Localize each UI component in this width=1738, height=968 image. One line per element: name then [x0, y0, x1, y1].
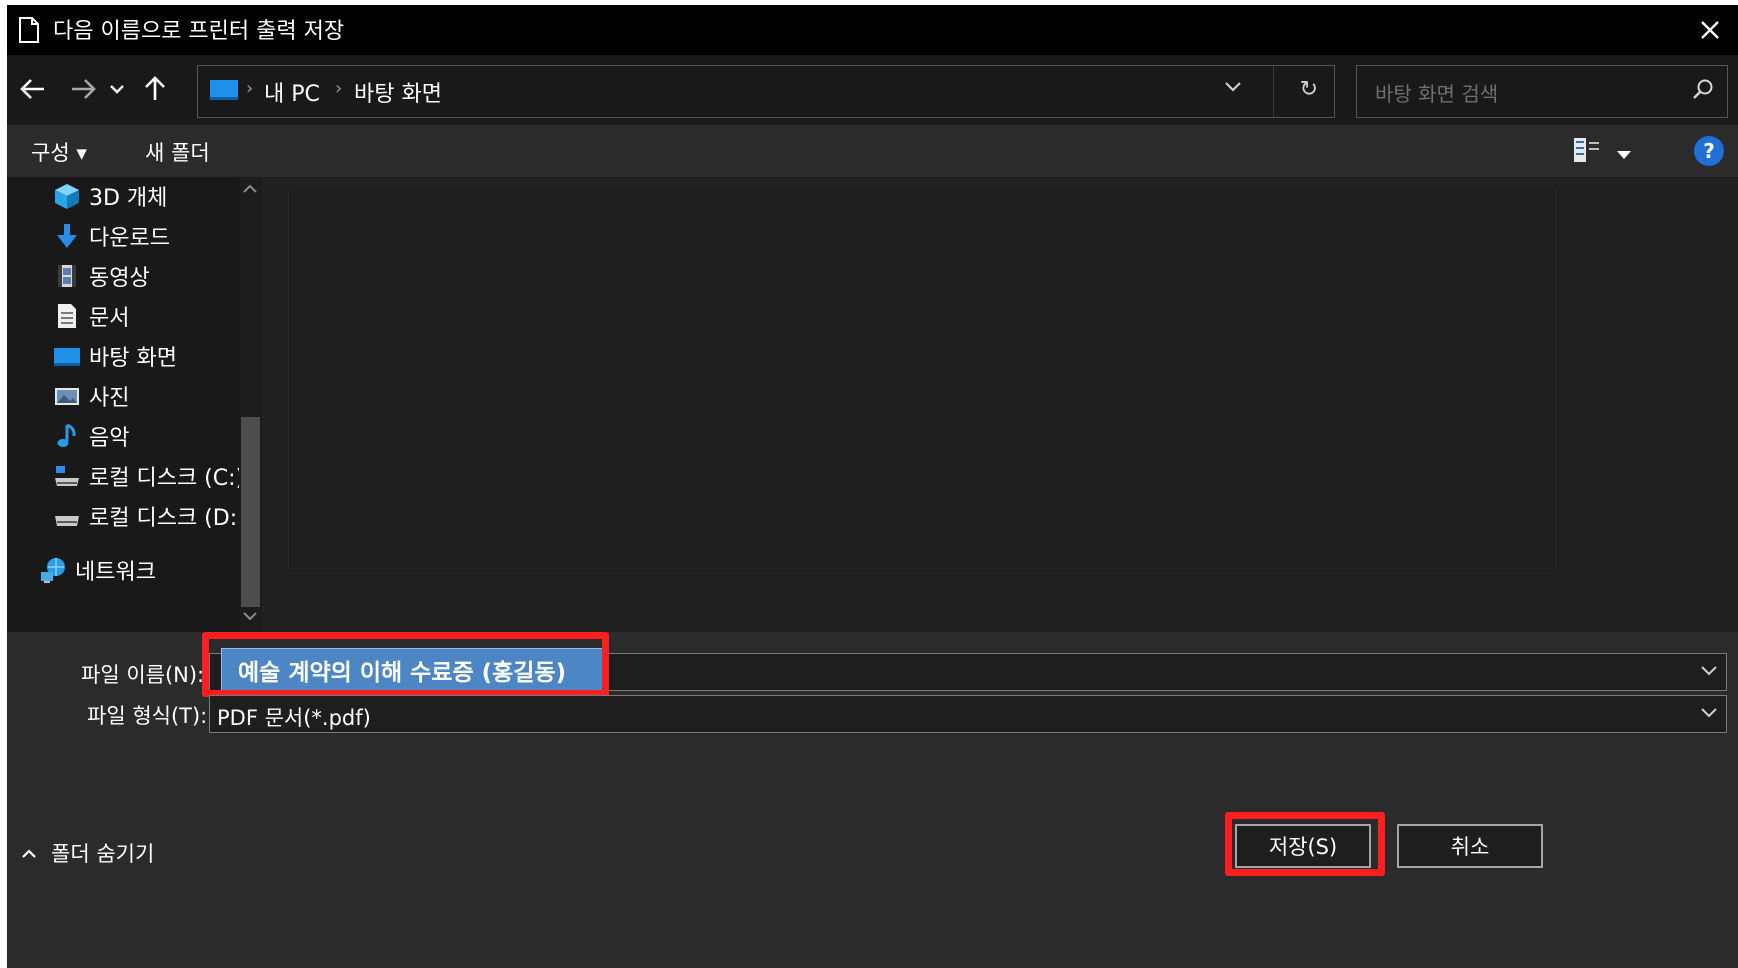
nav-item-label: 3D 개체 [89, 186, 168, 211]
nav-item-3d-objects[interactable]: 3D 개체 [53, 177, 262, 215]
video-icon [53, 262, 81, 290]
nav-item-label: 로컬 디스크 (D:) [89, 506, 246, 531]
breadcrumb-separator: › [335, 78, 343, 99]
nav-item-documents[interactable]: 문서 [53, 297, 262, 335]
hide-folders-button[interactable]: 폴더 숨기기 [21, 838, 154, 868]
nav-item-downloads[interactable]: 다운로드 [53, 217, 262, 255]
close-button[interactable] [1690, 9, 1730, 51]
recent-locations-button[interactable] [105, 71, 129, 107]
download-icon [53, 222, 81, 250]
title-bar: 다음 이름으로 프린터 출력 저장 [7, 5, 1738, 55]
nav-item-network[interactable]: 네트워크 [39, 551, 262, 589]
breadcrumb-desktop[interactable]: 바탕 화면 [354, 76, 442, 108]
back-button[interactable] [15, 71, 51, 107]
save-dialog: 다음 이름으로 프린터 출력 저장 › 내 PC › 바탕 화면 ↻ 바탕 화면… [7, 5, 1738, 968]
arrow-up-icon [145, 76, 165, 100]
filetype-label: 파일 형식(T): [87, 704, 208, 728]
network-icon [39, 556, 67, 584]
filename-label: 파일 이름(N): [81, 663, 205, 687]
picture-icon [53, 382, 81, 410]
filetype-value: PDF 문서(*.pdf) [217, 706, 371, 730]
arrow-right-icon [72, 79, 96, 99]
search-input[interactable]: 바탕 화면 검색 [1375, 78, 1498, 107]
document-icon [19, 17, 39, 47]
cancel-button[interactable]: 취소 [1397, 824, 1543, 868]
nav-item-label: 바탕 화면 [89, 346, 177, 371]
up-button[interactable] [137, 71, 173, 107]
address-bar[interactable]: › 내 PC › 바탕 화면 ↻ [197, 65, 1335, 118]
file-list-area [262, 177, 1738, 632]
address-dropdown-button[interactable] [1224, 78, 1242, 97]
scroll-down-icon[interactable] [243, 609, 257, 625]
chevron-down-icon [1225, 82, 1241, 92]
nav-item-label: 사진 [89, 386, 130, 411]
forward-button[interactable] [65, 71, 101, 107]
caret-down-icon [1617, 151, 1631, 159]
view-options-icon[interactable] [1573, 137, 1601, 167]
search-icon [1691, 78, 1715, 106]
nav-pane-scrollbar[interactable] [239, 177, 262, 632]
navigation-row: › 내 PC › 바탕 화면 ↻ 바탕 화면 검색 [7, 55, 1738, 125]
organize-button[interactable]: 구성 ▾ [31, 137, 87, 167]
refresh-button[interactable]: ↻ [1300, 77, 1318, 102]
file-list[interactable] [288, 187, 1556, 569]
nav-item-label: 동영상 [89, 266, 150, 291]
pc-icon [210, 80, 238, 100]
filename-highlight-box [202, 632, 609, 697]
nav-item-pictures[interactable]: 사진 [53, 377, 262, 415]
drive-c-icon [53, 462, 81, 490]
drive-icon [53, 502, 81, 530]
search-box[interactable]: 바탕 화면 검색 [1356, 65, 1728, 118]
chevron-down-icon [110, 85, 124, 94]
breadcrumb-this-pc[interactable]: 내 PC [264, 76, 320, 108]
nav-item-local-disk-d[interactable]: 로컬 디스크 (D:) [53, 497, 262, 535]
music-icon [53, 422, 81, 450]
nav-item-music[interactable]: 음악 [53, 417, 262, 455]
document-icon [53, 302, 81, 330]
nav-item-desktop[interactable]: 바탕 화면 [53, 337, 262, 375]
cube-icon [53, 182, 81, 210]
scrollbar-thumb[interactable] [241, 417, 260, 607]
nav-item-label: 문서 [89, 306, 130, 331]
nav-item-local-disk-c[interactable]: 로컬 디스크 (C:) [53, 457, 262, 495]
breadcrumb-separator: › [246, 78, 254, 99]
arrow-left-icon [20, 79, 44, 99]
hide-folders-label: 폴더 숨기기 [51, 842, 155, 866]
divider [1273, 66, 1274, 117]
scroll-up-icon[interactable] [243, 181, 257, 197]
filetype-select[interactable]: PDF 문서(*.pdf) [209, 695, 1727, 733]
help-button[interactable]: ? [1694, 136, 1724, 166]
nav-item-label: 네트워크 [75, 560, 156, 585]
command-bar: 구성 ▾ 새 폴더 ? [7, 125, 1738, 177]
chevron-down-icon[interactable] [1700, 662, 1718, 681]
nav-item-label: 다운로드 [89, 226, 170, 251]
nav-item-label: 음악 [89, 426, 130, 451]
save-form-panel: 파일 이름(N): 예술 계약의 이해 수료증 (홍길동) 파일 형식(T): … [7, 632, 1738, 968]
window-title: 다음 이름으로 프린터 출력 저장 [53, 19, 345, 44]
close-icon [1701, 21, 1719, 39]
navigation-pane: 3D 개체 다운로드 동영상 문서 바탕 화면 사진 음악 로컬 디스크 (C:… [7, 177, 262, 632]
chevron-up-icon [22, 848, 36, 858]
desktop-icon [53, 342, 81, 370]
view-dropdown-button[interactable] [1617, 145, 1631, 164]
new-folder-button[interactable]: 새 폴더 [145, 137, 210, 167]
nav-item-videos[interactable]: 동영상 [53, 257, 262, 295]
chevron-down-icon[interactable] [1700, 704, 1718, 723]
nav-item-label: 로컬 디스크 (C:) [89, 466, 245, 491]
save-highlight-box [1225, 812, 1385, 876]
